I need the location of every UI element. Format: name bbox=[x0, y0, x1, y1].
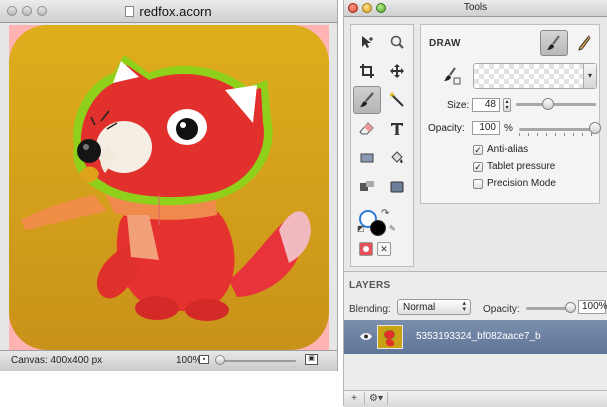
crop-icon[interactable] bbox=[353, 57, 381, 85]
size-stepper[interactable]: ▴ ▾ bbox=[503, 98, 511, 112]
layer-opacity-knob[interactable] bbox=[564, 302, 576, 313]
document-icon bbox=[125, 6, 135, 17]
fox-photo bbox=[9, 25, 329, 350]
opacity-slider-knob[interactable] bbox=[589, 122, 601, 134]
checkbox-icon[interactable]: ✓ bbox=[473, 161, 483, 172]
brush-icon[interactable] bbox=[353, 86, 381, 114]
rounded-rect-icon[interactable] bbox=[383, 173, 411, 201]
layer-actions-gear-icon[interactable]: ⚙▾ bbox=[364, 392, 388, 405]
zoom-slider-track[interactable] bbox=[216, 360, 296, 362]
draw-panel-title: DRAW bbox=[429, 38, 461, 49]
opacity-label: Opacity: bbox=[428, 123, 465, 134]
color-wells: ↷ ◩ ✎ ✕ bbox=[357, 208, 409, 263]
size-slider-track[interactable] bbox=[516, 103, 596, 106]
rectangle-shape-icon[interactable] bbox=[353, 144, 381, 172]
image-window-titlebar[interactable]: redfox.acorn bbox=[0, 0, 337, 23]
precision-mode-checkbox[interactable]: Precision Mode bbox=[473, 178, 556, 189]
pencil-mode-icon[interactable] bbox=[570, 30, 598, 56]
layers-panel: LAYERS Blending: Normal ▴ ▾ Opacity: 100%… bbox=[344, 271, 607, 407]
eraser-icon[interactable] bbox=[353, 115, 381, 143]
eye-icon[interactable] bbox=[360, 332, 372, 341]
zoom-fit-icon[interactable]: ▪ bbox=[199, 355, 209, 364]
tablet-pressure-label: Tablet pressure bbox=[487, 161, 556, 172]
gradient-icon[interactable] bbox=[353, 173, 381, 201]
opacity-slider-track[interactable] bbox=[519, 128, 595, 131]
layer-name: 5353193324_bf082aace7_b bbox=[416, 331, 541, 342]
window-title-text: redfox.acorn bbox=[139, 4, 212, 19]
draw-options-panel: DRAW ▾ Size: 48 ▴ ▾ Opacity: 100 % ✓ Anti-… bbox=[420, 24, 601, 204]
tools-window-title: Tools bbox=[463, 2, 488, 13]
layers-footer: + ⚙▾ bbox=[344, 390, 607, 407]
tools-window: Tools ↷ ◩ ✎ ✕ DRAW ▾ Size: 48 ▴ ▾ Opacit… bbox=[343, 0, 607, 407]
opacity-field[interactable]: 100 bbox=[472, 121, 500, 135]
blending-label: Blending: bbox=[349, 304, 391, 315]
tools-window-titlebar[interactable]: Tools bbox=[344, 0, 607, 17]
select-arrow-icon[interactable] bbox=[353, 28, 381, 56]
checkbox-icon[interactable] bbox=[473, 178, 483, 189]
layer-opacity-track[interactable] bbox=[526, 307, 570, 310]
image-status-bar: Canvas: 400x400 px 100% ▪ ▣ bbox=[0, 350, 337, 371]
select-arrows-icon: ▴ ▾ bbox=[462, 300, 466, 313]
brush-shape-icon bbox=[443, 67, 461, 88]
brush-mode-icon[interactable] bbox=[540, 30, 568, 56]
blending-select[interactable]: Normal ▴ ▾ bbox=[397, 299, 471, 315]
anti-alias-checkbox[interactable]: ✓ Anti-alias bbox=[473, 144, 528, 155]
canvas-size-label: Canvas: 400x400 px bbox=[11, 355, 103, 366]
opacity-slider-ticks bbox=[519, 133, 595, 136]
size-slider-knob[interactable] bbox=[542, 98, 554, 110]
background-color-well[interactable] bbox=[370, 220, 386, 236]
zoom-actual-icon[interactable]: ▣ bbox=[305, 354, 318, 365]
default-colors-icon[interactable]: ◩ bbox=[357, 224, 365, 233]
checkbox-icon[interactable]: ✓ bbox=[473, 144, 483, 155]
precision-mode-label: Precision Mode bbox=[487, 178, 556, 189]
zoom-label: 100% bbox=[176, 355, 202, 366]
swap-colors-icon[interactable]: ↷ bbox=[381, 208, 389, 219]
zoom-magnifier-icon[interactable] bbox=[383, 28, 411, 56]
tablet-pressure-checkbox[interactable]: ✓ Tablet pressure bbox=[473, 161, 555, 172]
layer-opacity-field[interactable]: 100% bbox=[578, 300, 607, 314]
size-label: Size: bbox=[447, 100, 470, 111]
canvas[interactable] bbox=[9, 25, 329, 350]
layer-thumbnail bbox=[377, 325, 403, 349]
size-field[interactable]: 48 bbox=[472, 98, 500, 112]
blending-value: Normal bbox=[403, 302, 436, 313]
layer-opacity-label: Opacity: bbox=[483, 304, 520, 315]
tool-palette: ↷ ◩ ✎ ✕ bbox=[350, 24, 414, 267]
image-window: redfox.acorn Canvas: 400x400 px 100% ▪ ▣ bbox=[0, 0, 338, 371]
layers-title: LAYERS bbox=[349, 280, 391, 291]
text-tool-icon[interactable] bbox=[383, 115, 411, 143]
eyedropper-icon[interactable]: ✎ bbox=[389, 224, 396, 233]
layer-row[interactable]: 5353193324_bf082aace7_b bbox=[344, 320, 607, 354]
fullscreen-icon[interactable]: ✕ bbox=[377, 242, 391, 256]
zoom-slider-knob[interactable] bbox=[215, 355, 225, 365]
add-layer-button[interactable]: + bbox=[348, 392, 360, 405]
move-icon[interactable] bbox=[383, 57, 411, 85]
anti-alias-label: Anti-alias bbox=[487, 144, 529, 155]
brush-preview-dropdown[interactable]: ▾ bbox=[473, 63, 597, 89]
quickmask-icon[interactable] bbox=[359, 242, 373, 256]
magic-wand-icon[interactable] bbox=[383, 86, 411, 114]
opacity-unit: % bbox=[504, 123, 513, 134]
window-title: redfox.acorn bbox=[0, 4, 337, 19]
paint-bucket-icon[interactable] bbox=[383, 144, 411, 172]
chevron-down-icon[interactable]: ▾ bbox=[583, 64, 596, 88]
